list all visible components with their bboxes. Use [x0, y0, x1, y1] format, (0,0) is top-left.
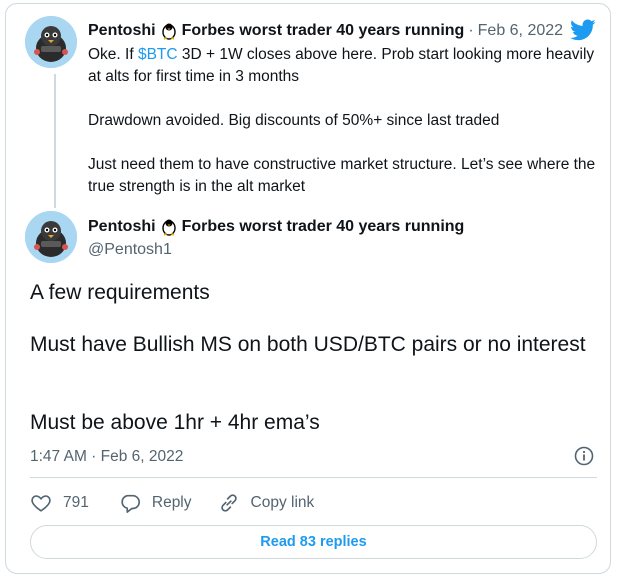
tweet1-header: Pentoshi Forbes worst trader 40 years ru…: [88, 21, 563, 41]
tweet2-paragraph-2: Must have Bullish MS on both USD/BTC pai…: [30, 333, 586, 356]
link-icon: [220, 494, 237, 512]
twitter-logo-icon[interactable]: [568, 17, 598, 43]
like-button[interactable]: 791: [30, 492, 89, 514]
author-name[interactable]: Pentoshi: [88, 21, 156, 41]
copy-link-label: Copy link: [250, 494, 315, 511]
avatar[interactable]: [25, 211, 77, 263]
author-name-suffix[interactable]: Forbes worst trader 40 years running: [182, 217, 465, 237]
separator-dot: ·: [468, 22, 474, 39]
action-bar: 791 Reply Copy link: [30, 491, 314, 515]
tweet1-paragraph-1: Oke. If $BTC 3D + 1W closes above here. …: [88, 44, 598, 88]
avatar[interactable]: [25, 16, 77, 68]
tweet2-header: Pentoshi Forbes worst trader 40 years ru…: [88, 217, 464, 237]
penguin-icon: [161, 23, 176, 40]
tweet-card: Pentoshi Forbes worst trader 40 years ru…: [5, 3, 611, 574]
tweet2-paragraph-3: Must be above 1hr + 4hr ema’s: [30, 411, 320, 434]
tweet-timestamp[interactable]: 1:47 AM · Feb 6, 2022: [30, 448, 183, 466]
cashtag-link[interactable]: $BTC: [138, 46, 178, 63]
tweet1-paragraph-3: Just need them to have constructive mark…: [88, 156, 596, 195]
thread-connector-line: [54, 74, 56, 208]
reply-button[interactable]: Reply: [119, 492, 192, 514]
reply-label: Reply: [151, 494, 192, 511]
divider: [30, 477, 597, 478]
like-count: 791: [63, 494, 89, 511]
penguin-icon: [161, 219, 176, 236]
reply-icon: [121, 494, 140, 513]
read-replies-button[interactable]: Read 83 replies: [30, 525, 597, 559]
author-name-suffix[interactable]: Forbes worst trader 40 years running: [182, 21, 465, 41]
info-icon[interactable]: [574, 446, 594, 466]
author-handle[interactable]: @Pentosh1: [88, 240, 172, 260]
tweet-date[interactable]: Feb 6, 2022: [478, 21, 563, 41]
author-name[interactable]: Pentoshi: [88, 217, 156, 237]
tweet-text: Oke. If: [88, 46, 138, 63]
tweet1-paragraph-2: Drawdown avoided. Big discounts of 50%+ …: [88, 112, 500, 129]
tweet2-paragraph-1: A few requirements: [30, 281, 210, 304]
copy-link-button[interactable]: Copy link: [218, 492, 315, 514]
heart-icon: [31, 495, 51, 512]
